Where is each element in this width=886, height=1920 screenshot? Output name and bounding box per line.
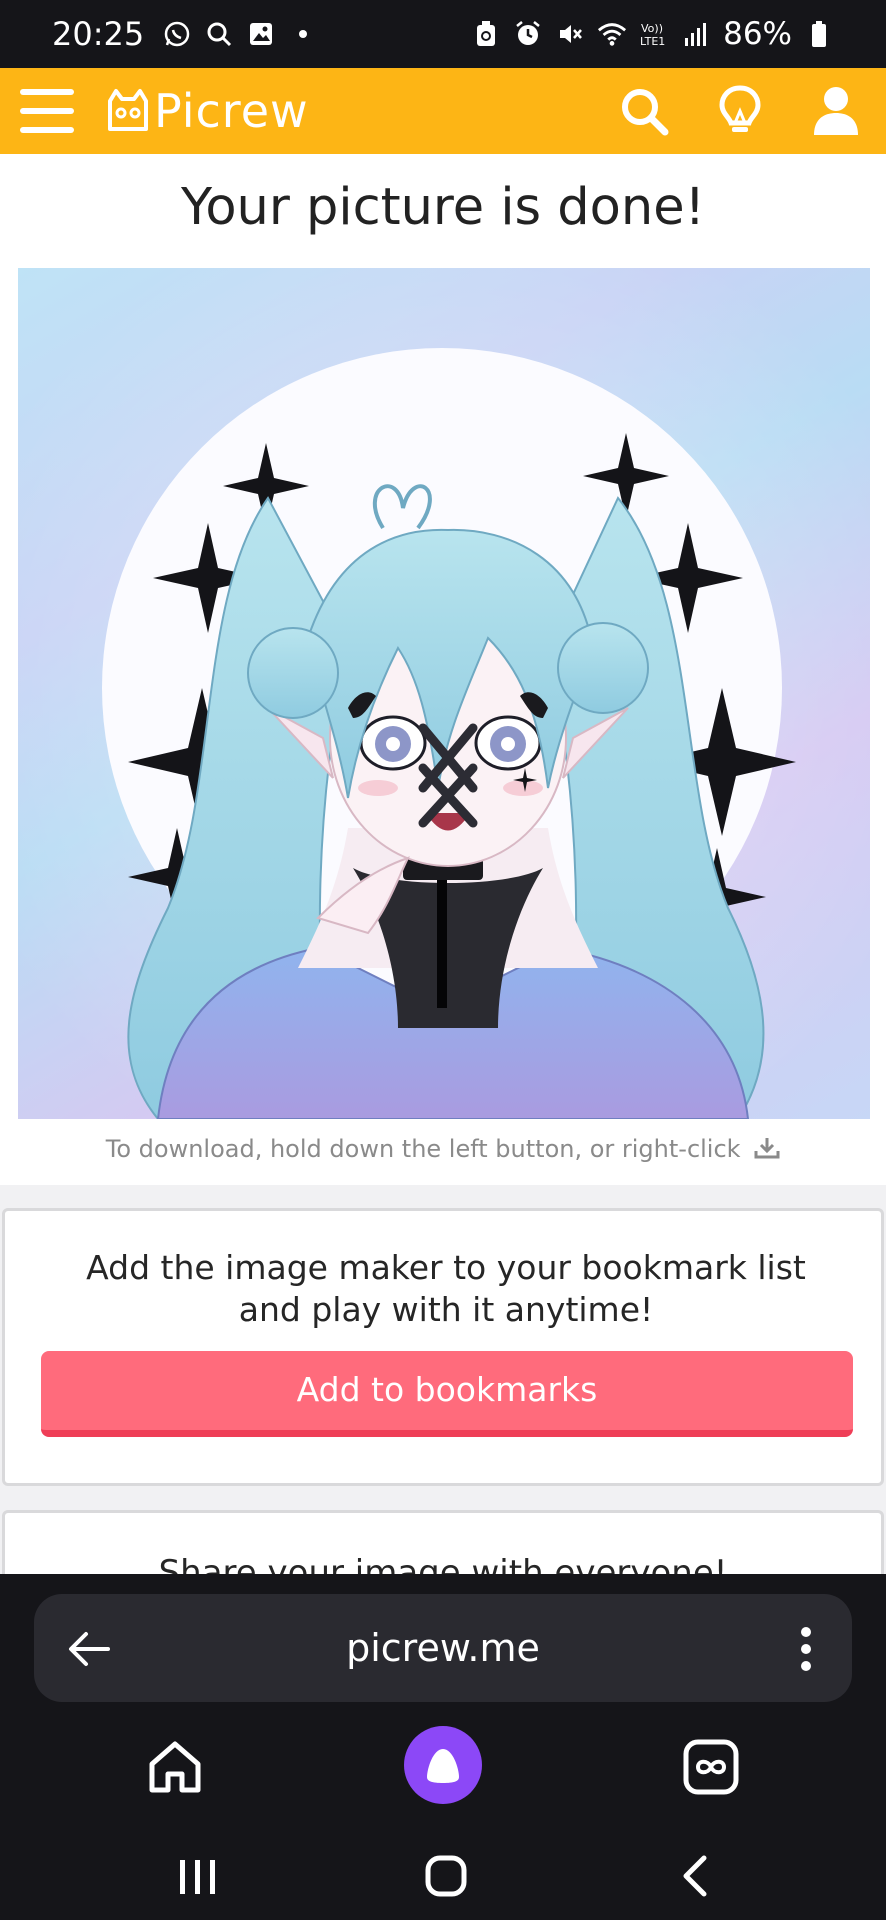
system-nav-bar	[0, 1834, 886, 1920]
recycle-icon	[471, 19, 501, 49]
bookmark-card: Add the image maker to your bookmark lis…	[2, 1208, 884, 1486]
system-back-icon[interactable]	[676, 1854, 712, 1898]
url-text[interactable]: picrew.me	[346, 1626, 540, 1670]
alarm-icon	[513, 19, 543, 49]
status-bar: 20:25 Vo)) LTE1 86%	[0, 0, 886, 68]
browser-bottom-bar: picrew.me	[0, 1574, 886, 1920]
signal-icon	[681, 19, 711, 49]
status-left: 20:25	[52, 15, 318, 53]
header-right	[618, 85, 866, 137]
home-icon[interactable]	[144, 1736, 206, 1798]
volte-icon: Vo)) LTE1	[639, 19, 669, 49]
search-notification-icon	[204, 19, 234, 49]
back-arrow-icon[interactable]	[64, 1624, 114, 1674]
add-to-bookmarks-button[interactable]: Add to bookmarks	[41, 1351, 853, 1437]
status-time: 20:25	[52, 15, 145, 53]
system-home-icon[interactable]	[424, 1854, 468, 1898]
cat-logo-icon	[108, 89, 148, 131]
download-hint-text: To download, hold down the left button, …	[105, 1135, 741, 1163]
download-hint: To download, hold down the left button, …	[0, 1135, 886, 1163]
tabs-icon[interactable]	[680, 1736, 742, 1798]
mute-icon	[555, 19, 585, 49]
svg-text:Vo)): Vo))	[641, 22, 663, 35]
lightbulb-icon[interactable]	[714, 85, 766, 137]
more-options-icon[interactable]	[796, 1624, 816, 1674]
header-left: Picrew	[20, 84, 309, 138]
browser-nav	[0, 1724, 886, 1814]
battery-icon	[804, 19, 834, 49]
menu-icon[interactable]	[20, 89, 74, 133]
gallery-icon	[246, 19, 276, 49]
battery-percent: 86%	[723, 16, 792, 52]
generated-picture[interactable]	[18, 268, 870, 1119]
svg-text:LTE1: LTE1	[640, 35, 665, 48]
bookmark-text-line1: Add the image maker to your bookmark lis…	[86, 1248, 806, 1287]
recent-apps-icon[interactable]	[176, 1856, 220, 1898]
logo-text: Picrew	[154, 84, 309, 138]
user-icon[interactable]	[810, 85, 862, 137]
status-right: Vo)) LTE1 86%	[471, 16, 834, 52]
page-title: Your picture is done!	[180, 178, 706, 237]
app-header: Picrew	[0, 68, 886, 154]
assistant-icon[interactable]	[404, 1726, 482, 1804]
url-bar[interactable]: picrew.me	[34, 1594, 852, 1702]
whatsapp-icon	[162, 19, 192, 49]
dot-icon	[288, 19, 318, 49]
wifi-icon	[597, 19, 627, 49]
bookmark-text: Add the image maker to your bookmark lis…	[25, 1247, 867, 1331]
picrew-logo[interactable]: Picrew	[104, 84, 309, 138]
download-icon	[754, 1138, 780, 1159]
search-icon[interactable]	[618, 85, 670, 137]
bookmark-text-line2: and play with it anytime!	[238, 1290, 654, 1329]
